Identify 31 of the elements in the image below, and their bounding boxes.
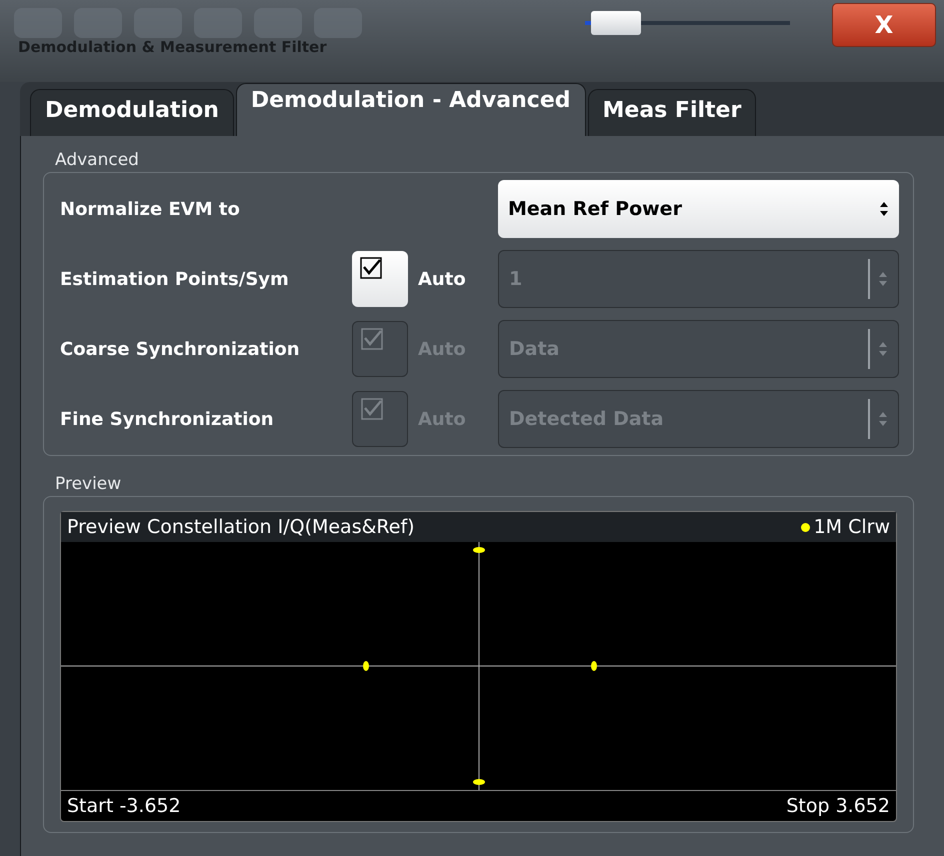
start-value: Start -3.652 [67, 795, 181, 817]
setting-label: Fine Synchronization [60, 408, 275, 430]
up-down-arrows-icon [878, 341, 888, 357]
setting-label: Coarse Synchronization [60, 338, 301, 360]
trace-label: 1M Clrw [814, 516, 890, 538]
group-title: Advanced [55, 150, 140, 170]
toolbar-button[interactable] [314, 8, 362, 38]
checkmark-icon [361, 328, 383, 350]
toolbar-button[interactable] [74, 8, 122, 38]
plot-title: Preview Constellation I/Q(Meas&Ref) [67, 516, 416, 538]
stop-value: Stop 3.652 [786, 795, 890, 817]
setting-label: Estimation Points/Sym [60, 268, 290, 290]
auto-label: Auto [418, 268, 466, 290]
dialog-title: Demodulation & Measurement Filter [17, 38, 328, 56]
tab[interactable]: Demodulation [30, 89, 234, 136]
toolbar-button[interactable] [134, 8, 182, 38]
checkmark-icon [361, 398, 383, 420]
up-down-arrows-icon [878, 271, 888, 287]
close-button[interactable]: X [832, 3, 936, 47]
up-down-arrows-icon [878, 411, 888, 427]
slider-thumb[interactable] [590, 11, 640, 35]
up-down-arrows-icon [879, 201, 889, 217]
checkmark-icon [360, 257, 382, 279]
setting-label: Normalize EVM to [60, 198, 241, 220]
toolbar-button[interactable] [254, 8, 302, 38]
group-title: Preview [55, 474, 122, 494]
tab[interactable]: Demodulation - Advanced [236, 83, 586, 136]
toolbar-button[interactable] [14, 8, 62, 38]
tab[interactable]: Meas Filter [588, 89, 756, 136]
value-dropdown[interactable]: Mean Ref Power [498, 180, 899, 238]
toolbar-button[interactable] [194, 8, 242, 38]
